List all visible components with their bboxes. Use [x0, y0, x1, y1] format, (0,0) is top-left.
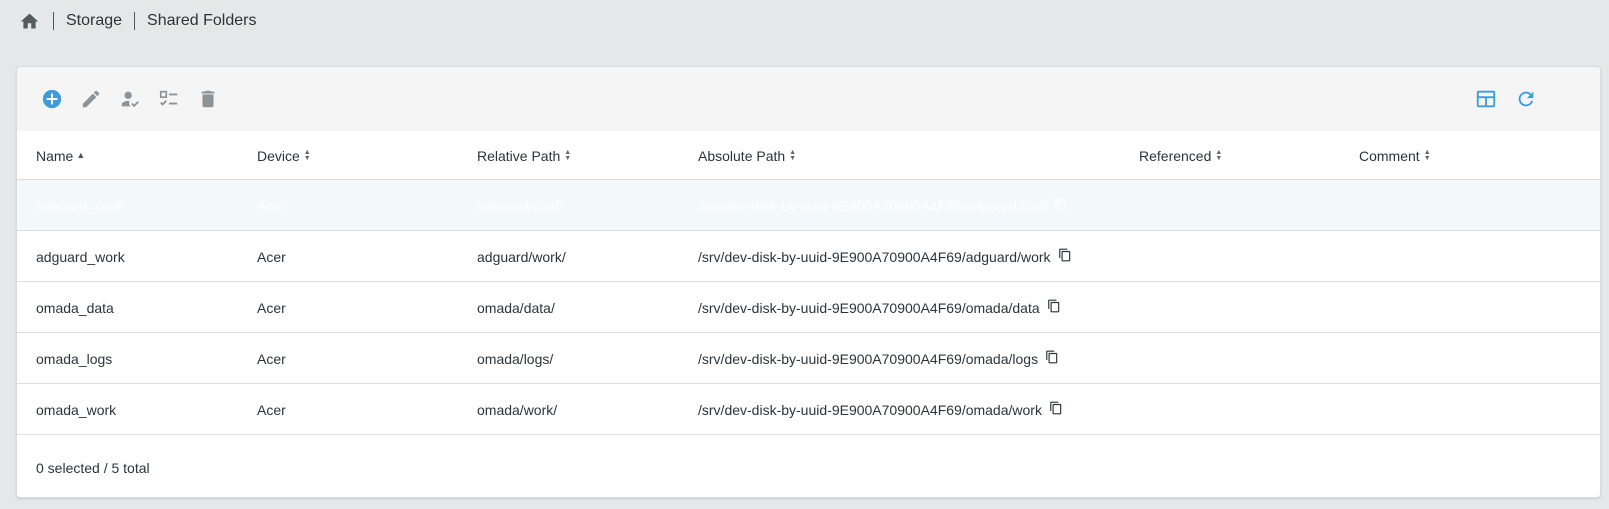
column-header-referenced[interactable]: Referenced ▲ ▼ [1139, 131, 1222, 180]
cell-device: Acer [257, 350, 286, 367]
cell-name: omada_work [36, 401, 117, 418]
table-columns-icon [1476, 90, 1496, 108]
cell-relative-path: omada/logs/ [477, 350, 554, 367]
acl-list-icon [159, 90, 178, 106]
column-settings-button[interactable] [1474, 87, 1498, 111]
breadcrumb-shared-folders[interactable]: Shared Folders [147, 12, 256, 30]
column-header-label: Absolute Path [698, 147, 786, 164]
cell-absolute-path: /srv/dev-disk-by-uuid-9E900A70900A4F69/a… [698, 231, 1072, 282]
sort-unsorted-icon: ▲ ▼ [1215, 148, 1223, 162]
table-footer-summary: 0 selected / 5 total [36, 459, 150, 476]
cell-name: omada_data [36, 299, 114, 316]
permissions-button[interactable] [118, 87, 142, 111]
cell-device: Acer [257, 248, 286, 265]
toolbar [17, 67, 1600, 131]
user-permissions-icon [121, 91, 139, 108]
breadcrumb-storage[interactable]: Storage [66, 12, 122, 30]
sort-unsorted-icon: ▲ ▼ [303, 148, 311, 162]
table-row[interactable]: adguard_conf Acer adguard/conf/ /srv/dev-di… [17, 180, 1600, 231]
copy-clipboard-icon[interactable] [1058, 248, 1072, 262]
refresh-button[interactable] [1514, 87, 1538, 111]
column-header-absolute-path[interactable]: Absolute Path ▲ ▼ [698, 131, 796, 180]
table-row[interactable]: omada_work Acer omada/work/ /srv/dev-disk-b… [17, 384, 1600, 435]
copy-clipboard-icon[interactable] [1049, 401, 1063, 415]
cell-absolute-path: /srv/dev-disk-by-uuid-9E900A70900A4F69/o… [698, 333, 1059, 384]
edit-pencil-icon [82, 90, 100, 108]
column-header-device[interactable]: Device ▲ ▼ [257, 131, 311, 180]
column-header-label: Referenced [1139, 147, 1212, 164]
sort-unsorted-icon: ▲ ▼ [789, 148, 797, 162]
absolute-path-text: /srv/dev-disk-by-uuid-9E900A70900A4F69/a… [698, 197, 1048, 214]
cell-name: omada_logs [36, 350, 113, 367]
delete-button[interactable] [196, 87, 220, 111]
column-header-label: Device [257, 147, 300, 164]
copy-clipboard-icon[interactable] [1047, 299, 1061, 313]
edit-button[interactable] [79, 87, 103, 111]
cell-absolute-path: /srv/dev-disk-by-uuid-9E900A70900A4F69/o… [698, 384, 1063, 435]
sort-ascending-icon: ▲ [76, 150, 86, 160]
home-icon[interactable] [18, 10, 40, 32]
cell-device: Acer [257, 197, 286, 214]
column-header-name[interactable]: Name ▲ [36, 131, 85, 180]
sort-unsorted-icon: ▲ ▼ [1423, 148, 1431, 162]
acl-button[interactable] [157, 87, 181, 111]
table-body: adguard_conf Acer adguard/conf/ /srv/dev-di… [17, 180, 1600, 435]
add-circle-icon [42, 89, 62, 109]
column-header-label: Name [36, 147, 74, 164]
copy-clipboard-icon[interactable] [1045, 350, 1059, 364]
add-button[interactable] [40, 87, 64, 111]
column-header-label: Comment [1359, 147, 1420, 164]
table-row[interactable]: omada_data Acer omada/data/ /srv/dev-disk-b… [17, 282, 1600, 333]
cell-name: adguard_conf [36, 197, 122, 214]
cell-device: Acer [257, 299, 286, 316]
absolute-path-text: /srv/dev-disk-by-uuid-9E900A70900A4F69/o… [698, 299, 1040, 316]
cell-relative-path: adguard/work/ [477, 248, 566, 265]
cell-absolute-path: /srv/dev-disk-by-uuid-9E900A70900A4F69/o… [698, 282, 1061, 333]
cell-relative-path: adguard/conf/ [477, 197, 563, 214]
sort-unsorted-icon: ▲ ▼ [564, 148, 572, 162]
column-header-comment[interactable]: Comment ▲ ▼ [1359, 131, 1431, 180]
breadcrumb-separator [53, 12, 54, 30]
cell-relative-path: omada/data/ [477, 299, 555, 316]
shared-folders-table: Name ▲ Device ▲ ▼ Relative Path ▲ ▼ Absolu… [17, 131, 1600, 435]
absolute-path-text: /srv/dev-disk-by-uuid-9E900A70900A4F69/a… [698, 248, 1051, 265]
table-header: Name ▲ Device ▲ ▼ Relative Path ▲ ▼ Absolu… [17, 131, 1600, 180]
cell-name: adguard_work [36, 248, 125, 265]
column-header-label: Relative Path [477, 147, 561, 164]
refresh-icon [1518, 91, 1534, 107]
column-header-relative-path[interactable]: Relative Path ▲ ▼ [477, 131, 571, 180]
breadcrumb-separator [134, 12, 136, 30]
table-row[interactable]: omada_logs Acer omada/logs/ /srv/dev-disk-b… [17, 333, 1600, 384]
cell-relative-path: omada/work/ [477, 401, 558, 418]
shared-folders-card: Name ▲ Device ▲ ▼ Relative Path ▲ ▼ Absolu… [16, 66, 1601, 498]
cell-absolute-path: /srv/dev-disk-by-uuid-9E900A70900A4F69/a… [698, 180, 1068, 231]
breadcrumb: Storage Shared Folders [18, 9, 256, 33]
absolute-path-text: /srv/dev-disk-by-uuid-9E900A70900A4F69/o… [698, 350, 1039, 367]
cell-device: Acer [257, 401, 286, 418]
copy-clipboard-icon[interactable] [1054, 197, 1068, 211]
delete-trash-icon [201, 90, 215, 108]
table-row[interactable]: adguard_work Acer adguard/work/ /srv/dev-di… [17, 231, 1600, 282]
absolute-path-text: /srv/dev-disk-by-uuid-9E900A70900A4F69/o… [698, 401, 1042, 418]
